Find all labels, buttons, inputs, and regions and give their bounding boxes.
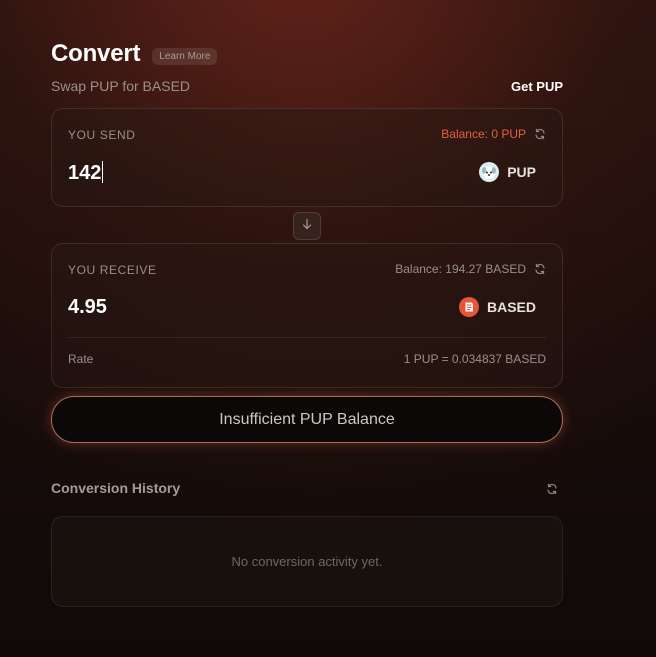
refresh-icon[interactable] <box>534 263 546 275</box>
convert-panel: Convert Learn More Swap PUP for BASED Ge… <box>51 38 563 607</box>
history-empty-message: No conversion activity yet. <box>231 554 383 569</box>
page-subtitle: Swap PUP for BASED <box>51 78 191 94</box>
subtitle-row: Swap PUP for BASED Get PUP <box>51 76 563 96</box>
send-balance-text: Balance: 0 PUP <box>441 127 526 141</box>
title-row: Convert Learn More <box>51 38 563 70</box>
receive-balance-text: Balance: 194.27 BASED <box>395 262 526 276</box>
send-token-selector[interactable]: PUP <box>479 162 536 182</box>
send-label: YOU SEND <box>68 128 136 142</box>
receive-label: YOU RECEIVE <box>68 263 157 277</box>
pup-token-icon <box>479 162 500 182</box>
history-title: Conversion History <box>51 480 181 496</box>
receive-balance: Balance: 194.27 BASED <box>395 262 546 276</box>
refresh-icon[interactable] <box>534 128 546 140</box>
send-token-label: PUP <box>507 164 536 180</box>
divider <box>68 337 546 338</box>
swap-direction-button[interactable] <box>293 212 321 240</box>
rate-value: 1 PUP = 0.034837 BASED <box>403 352 546 366</box>
history-list: No conversion activity yet. <box>51 516 563 607</box>
send-balance: Balance: 0 PUP <box>441 127 546 141</box>
get-pup-link[interactable]: Get PUP <box>511 79 563 94</box>
convert-button[interactable]: Insufficient PUP Balance <box>51 396 563 443</box>
based-token-icon <box>458 297 479 317</box>
convert-button-label: Insufficient PUP Balance <box>219 410 395 428</box>
send-amount-input[interactable]: 142 <box>68 161 104 185</box>
receive-amount: 4.95 <box>68 296 107 318</box>
page-title: Convert <box>51 40 141 67</box>
send-card: YOU SEND Balance: 0 PUP 142 PUP <box>51 108 563 207</box>
receive-token-selector[interactable]: BASED <box>458 297 536 317</box>
learn-more-link[interactable]: Learn More <box>152 47 218 65</box>
send-amount-value: 142 <box>68 162 102 184</box>
history-header: Conversion History <box>51 480 561 496</box>
refresh-icon[interactable] <box>546 482 558 495</box>
arrow-down-icon <box>301 217 313 235</box>
receive-card: YOU RECEIVE Balance: 194.27 BASED 4.95 B… <box>51 243 563 388</box>
rate-label: Rate <box>68 352 94 366</box>
receive-token-label: BASED <box>486 299 536 315</box>
text-caret <box>102 161 104 183</box>
